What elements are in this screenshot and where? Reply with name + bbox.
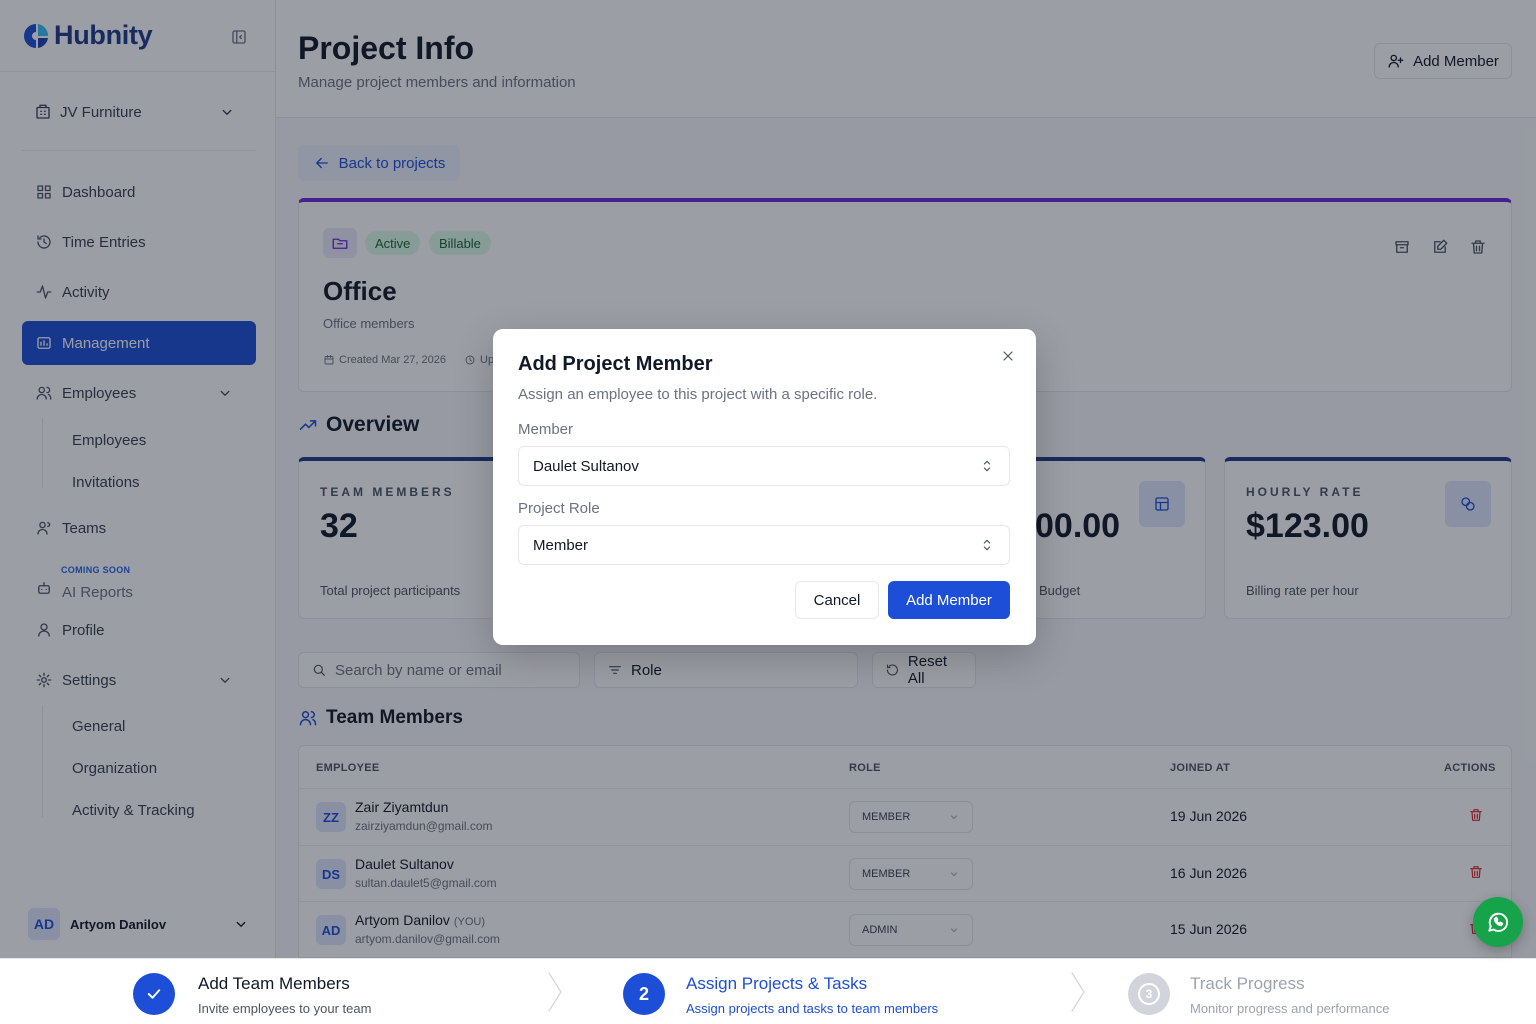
step-2-number: 2	[623, 973, 665, 1015]
role-select-value: Member	[533, 536, 589, 554]
dialog-title: Add Project Member	[518, 353, 713, 375]
project-role-label: Project Role	[518, 500, 600, 517]
chevron-up-down-icon	[983, 460, 991, 472]
member-label: Member	[518, 421, 574, 438]
cancel-button[interactable]: Cancel	[795, 581, 879, 619]
dialog-subtitle: Assign an employee to this project with …	[518, 386, 878, 403]
chevron-right-icon	[1068, 969, 1088, 1015]
whatsapp-icon	[1488, 912, 1509, 932]
add-member-button[interactable]: Add Member	[888, 581, 1010, 619]
member-select-value: Daulet Sultanov	[533, 457, 639, 475]
member-select[interactable]: Daulet Sultanov	[518, 446, 1010, 486]
step-1-check-icon	[133, 973, 175, 1015]
project-role-select[interactable]: Member	[518, 525, 1010, 565]
step-3-number: 3	[1128, 973, 1170, 1015]
step-1-subtitle: Invite employees to your team	[198, 1001, 372, 1016]
onboarding-steps: Add Team Members Invite employees to you…	[0, 958, 1536, 1024]
whatsapp-chat-button[interactable]	[1473, 897, 1523, 947]
add-project-member-dialog: Add Project Member Assign an employee to…	[493, 329, 1036, 645]
step-3-number-text: 3	[1138, 983, 1160, 1005]
step-3-title: Track Progress	[1190, 974, 1305, 993]
step-2-subtitle: Assign projects and tasks to team member…	[686, 1001, 939, 1016]
step-3-subtitle: Monitor progress and performance	[1190, 1001, 1390, 1016]
step-1-title: Add Team Members	[198, 974, 350, 993]
step-2-title: Assign Projects & Tasks	[686, 974, 868, 993]
chevron-up-down-icon	[983, 539, 991, 551]
chevron-right-icon	[545, 969, 565, 1015]
close-icon[interactable]	[1000, 348, 1016, 364]
